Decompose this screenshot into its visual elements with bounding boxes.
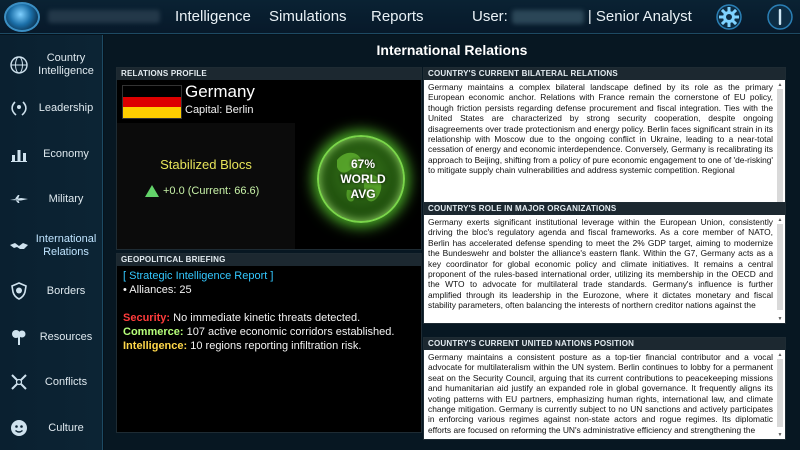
panel-header: COUNTRY'S ROLE IN MAJOR ORGANIZATIONS bbox=[424, 203, 785, 215]
sidebar-item-international-relations[interactable]: International Relations bbox=[0, 226, 103, 266]
page-title: International Relations bbox=[376, 42, 528, 58]
gear-icon bbox=[716, 4, 742, 30]
security-line: Security: No immediate kinetic threats d… bbox=[123, 311, 415, 325]
panel-header: RELATIONS PROFILE bbox=[117, 68, 421, 80]
scroll-up-icon[interactable]: ▲ bbox=[777, 217, 783, 223]
un-position-text: Germany maintains a consistent posture a… bbox=[428, 352, 773, 435]
sidebar-item-culture[interactable]: Culture bbox=[0, 408, 103, 448]
user-info: User: | Senior Analyst bbox=[472, 8, 692, 25]
sidebar-item-conflicts[interactable]: Conflicts bbox=[0, 362, 103, 402]
user-name-redacted bbox=[511, 9, 584, 24]
globe-icon bbox=[8, 54, 30, 76]
stability-delta: +0.0 (Current: 66.6) bbox=[145, 185, 259, 197]
panel-header: COUNTRY'S CURRENT BILATERAL RELATIONS bbox=[424, 68, 785, 80]
shield-icon bbox=[8, 280, 30, 302]
tree-icon bbox=[8, 326, 30, 348]
scroll-up-icon[interactable]: ▲ bbox=[777, 352, 783, 358]
user-role: | Senior Analyst bbox=[587, 8, 692, 25]
nav-reports[interactable]: Reports bbox=[371, 8, 424, 25]
sidebar-item-leadership[interactable]: Leadership bbox=[0, 88, 103, 128]
scroll-up-icon[interactable]: ▲ bbox=[777, 82, 783, 88]
scrollbar[interactable] bbox=[777, 224, 783, 310]
laurel-icon bbox=[8, 97, 30, 119]
scrollbar[interactable] bbox=[777, 359, 783, 427]
power-icon bbox=[767, 4, 793, 30]
sidebar-item-label: Conflicts bbox=[44, 375, 88, 388]
intelligence-key: Intelligence: bbox=[123, 340, 188, 352]
user-label: User: bbox=[472, 8, 508, 25]
scroll-down-icon[interactable]: ▼ bbox=[777, 432, 783, 438]
intelligence-line: Intelligence: 10 regions reporting infil… bbox=[123, 339, 415, 353]
sidebar-item-label: International Relations bbox=[35, 233, 97, 258]
sidebar-item-label: Leadership bbox=[38, 101, 94, 114]
jet-icon bbox=[8, 188, 30, 210]
relations-profile-panel: RELATIONS PROFILE Germany Capital: Berli… bbox=[116, 67, 422, 250]
sidebar-item-country-intelligence[interactable]: Country Intelligence bbox=[0, 45, 103, 85]
world-globe-icon: 67% WORLD AVG bbox=[317, 135, 405, 223]
top-bar: Intelligence Simulations Reports User: |… bbox=[0, 0, 800, 34]
world-avg-label-1: WORLD bbox=[340, 172, 386, 186]
stability-delta-text: +0.0 (Current: 66.6) bbox=[163, 185, 260, 197]
world-avg-label-2: AVG bbox=[350, 187, 376, 201]
sidebar-item-resources[interactable]: Resources bbox=[0, 317, 103, 357]
world-avg-percent: 67% bbox=[350, 157, 376, 171]
bilateral-relations-panel[interactable]: COUNTRY'S CURRENT BILATERAL RELATIONS Ge… bbox=[423, 67, 786, 222]
scrollbar[interactable] bbox=[777, 89, 783, 207]
commerce-key: Commerce: bbox=[123, 326, 184, 338]
app-logo[interactable] bbox=[4, 2, 40, 32]
sidebar-item-label: Borders bbox=[46, 284, 86, 297]
panel-header: GEOPOLITICAL BRIEFING bbox=[117, 254, 421, 266]
report-title: [ Strategic Intelligence Report ] bbox=[123, 270, 274, 282]
commerce-text: 107 active economic corridors establishe… bbox=[183, 326, 395, 338]
security-key: Security: bbox=[123, 312, 171, 324]
app-name-redacted bbox=[48, 10, 160, 23]
un-position-panel[interactable]: COUNTRY'S CURRENT UNITED NATIONS POSITIO… bbox=[423, 337, 786, 440]
commerce-line: Commerce: 107 active economic corridors … bbox=[123, 325, 415, 339]
sidebar-item-borders[interactable]: Borders bbox=[0, 271, 103, 311]
sidebar-item-label: Economy bbox=[43, 147, 89, 160]
alliances-line: • Alliances: 25 bbox=[123, 284, 192, 296]
crossed-swords-icon bbox=[8, 371, 30, 393]
scroll-down-icon[interactable]: ▼ bbox=[777, 316, 783, 322]
sidebar-item-military[interactable]: Military bbox=[0, 179, 103, 219]
major-organizations-text: Germany exerts significant institutional… bbox=[428, 217, 773, 311]
culture-icon bbox=[8, 417, 30, 439]
trend-up-icon bbox=[145, 185, 159, 197]
handshake-icon bbox=[8, 235, 30, 257]
geopolitical-briefing-panel: GEOPOLITICAL BRIEFING [ Strategic Intell… bbox=[116, 253, 422, 433]
main-content: International Relations RELATIONS PROFIL… bbox=[104, 35, 800, 450]
security-text: No immediate kinetic threats detected. bbox=[170, 312, 361, 324]
country-flag bbox=[122, 85, 182, 119]
sidebar-item-label: Country Intelligence bbox=[38, 52, 94, 77]
sidebar-item-label: Culture bbox=[48, 421, 84, 434]
panel-header: COUNTRY'S CURRENT UNITED NATIONS POSITIO… bbox=[424, 338, 785, 350]
power-button[interactable] bbox=[766, 3, 794, 31]
bilateral-relations-text: Germany maintains a complex bilateral la… bbox=[428, 82, 773, 176]
intelligence-text: 10 regions reporting infiltration risk. bbox=[187, 340, 362, 352]
country-name: Germany bbox=[185, 82, 255, 101]
bar-chart-icon bbox=[8, 143, 30, 165]
sidebar: Country Intelligence Leadership Economy … bbox=[0, 35, 103, 450]
stability-card: Stabilized Blocs +0.0 (Current: 66.6) bbox=[117, 123, 295, 249]
nav-simulations[interactable]: Simulations bbox=[269, 8, 347, 25]
settings-button[interactable] bbox=[715, 3, 743, 31]
sidebar-item-economy[interactable]: Economy bbox=[0, 134, 103, 174]
country-capital: Capital: Berlin bbox=[185, 104, 254, 116]
world-avg-card: 67% WORLD AVG bbox=[299, 123, 421, 249]
nav-intelligence[interactable]: Intelligence bbox=[175, 8, 251, 25]
major-organizations-panel[interactable]: COUNTRY'S ROLE IN MAJOR ORGANIZATIONS Ge… bbox=[423, 202, 786, 324]
stability-title: Stabilized Blocs bbox=[160, 157, 252, 172]
sidebar-item-label: Military bbox=[48, 192, 84, 205]
sidebar-item-label: Resources bbox=[39, 330, 93, 343]
